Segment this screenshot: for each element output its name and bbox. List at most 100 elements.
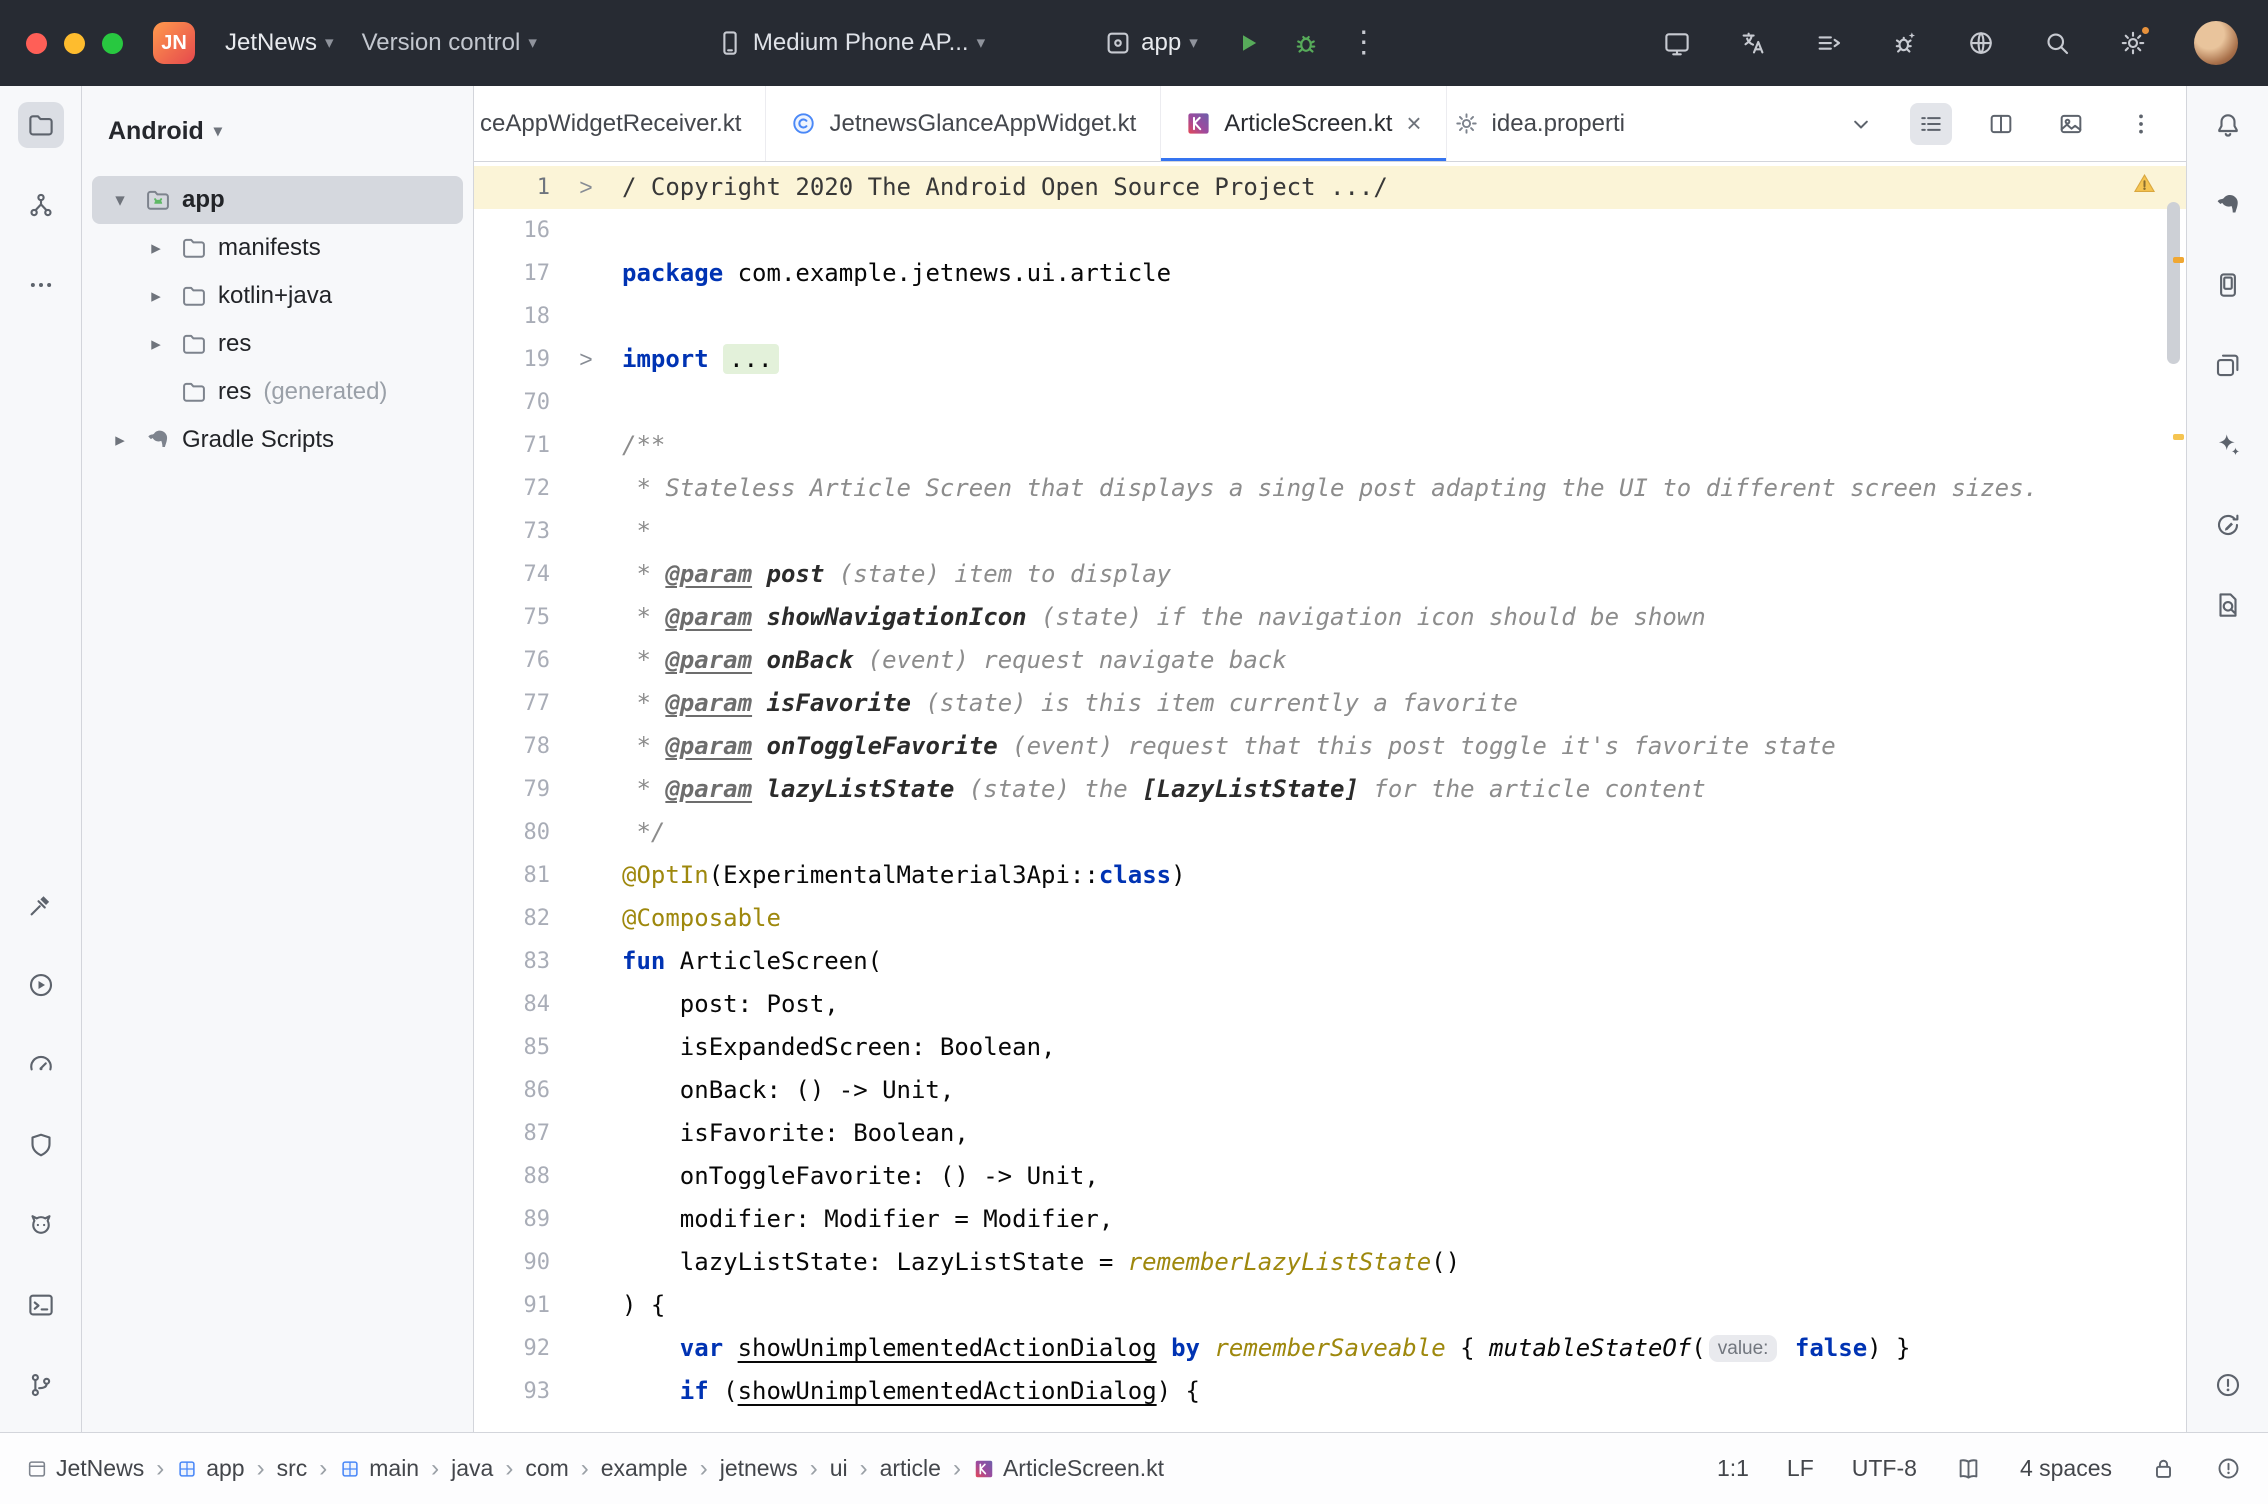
reader-mode-button[interactable]: [1955, 1455, 1982, 1482]
run-tool-button[interactable]: [18, 962, 64, 1008]
breadcrumb-item-article[interactable]: article: [880, 1455, 941, 1482]
project-menu-button[interactable]: JetNews▾: [211, 29, 348, 57]
chevron-right-icon[interactable]: ▸: [106, 429, 134, 452]
indent-widget[interactable]: 4 spaces: [2020, 1455, 2112, 1482]
search-everywhere-button[interactable]: [2042, 28, 2072, 58]
close-window-button[interactable]: [26, 33, 47, 54]
tab-ceappwidgetreceiver-kt[interactable]: ceAppWidgetReceiver.kt: [474, 86, 765, 161]
line-number[interactable]: 75: [474, 596, 550, 639]
line-number[interactable]: 84: [474, 983, 550, 1026]
tree-item-gradle-scripts[interactable]: ▸Gradle Scripts: [92, 416, 463, 464]
line-number[interactable]: 16: [474, 209, 550, 252]
line-number[interactable]: 18: [474, 295, 550, 338]
structure-lines-button[interactable]: [1814, 28, 1844, 58]
line-number[interactable]: 1: [474, 166, 550, 209]
running-devices-tool-button[interactable]: [2205, 262, 2251, 308]
translate-button[interactable]: [1738, 28, 1768, 58]
tree-item-app[interactable]: ▾app: [92, 176, 463, 224]
more-run-actions-button[interactable]: ⋮: [1342, 21, 1386, 65]
terminal-tool-button[interactable]: [18, 1282, 64, 1328]
breadcrumb-item-app[interactable]: app: [176, 1455, 244, 1482]
line-number[interactable]: 71: [474, 424, 550, 467]
run-module-button[interactable]: app▾: [1089, 28, 1212, 58]
breadcrumb-item-articlescreen-kt[interactable]: ArticleScreen.kt: [973, 1455, 1164, 1482]
line-number[interactable]: 78: [474, 725, 550, 768]
zoom-window-button[interactable]: [102, 33, 123, 54]
line-number[interactable]: 90: [474, 1241, 550, 1284]
tab-articlescreen-kt[interactable]: ArticleScreen.kt×: [1160, 86, 1445, 161]
profiler-tool-button[interactable]: [18, 1042, 64, 1088]
line-number[interactable]: 19: [474, 338, 550, 381]
chevron-right-icon[interactable]: ▸: [142, 237, 170, 260]
error-stripe-mark[interactable]: [2173, 434, 2184, 440]
line-ending-widget[interactable]: LF: [1787, 1455, 1814, 1482]
line-number[interactable]: 86: [474, 1069, 550, 1112]
chevron-right-icon[interactable]: ▸: [142, 333, 170, 356]
project-tool-button[interactable]: [18, 102, 64, 148]
structure-tool-button[interactable]: [18, 182, 64, 228]
project-view-selector[interactable]: Android ▾: [82, 86, 473, 176]
line-number[interactable]: 88: [474, 1155, 550, 1198]
breadcrumb-item-ui[interactable]: ui: [830, 1455, 848, 1482]
running-devices-button[interactable]: [1662, 28, 1692, 58]
close-tab-icon[interactable]: ×: [1406, 108, 1421, 139]
chevron-down-icon[interactable]: ▾: [106, 189, 134, 212]
user-avatar[interactable]: [2194, 21, 2238, 65]
notifications-button[interactable]: [2205, 102, 2251, 148]
hidden-tabs-button[interactable]: [1840, 103, 1882, 145]
tree-item-kotlin-java[interactable]: ▸kotlin+java: [92, 272, 463, 320]
line-number[interactable]: 80: [474, 811, 550, 854]
more-tool-windows-button[interactable]: [18, 262, 64, 308]
line-number[interactable]: 87: [474, 1112, 550, 1155]
line-number[interactable]: 74: [474, 553, 550, 596]
breadcrumb-item-java[interactable]: java: [451, 1455, 493, 1482]
debug-button[interactable]: [1284, 21, 1328, 65]
fold-marker-icon[interactable]: >: [550, 338, 622, 381]
logcat-tool-button[interactable]: [18, 1202, 64, 1248]
line-number[interactable]: 85: [474, 1026, 550, 1069]
tree-item-res[interactable]: ▸res: [92, 320, 463, 368]
error-stripe-mark[interactable]: [2173, 257, 2184, 263]
sync-button[interactable]: [1966, 28, 1996, 58]
app-quality-insights-button[interactable]: [18, 1122, 64, 1168]
tree-item-res-generated[interactable]: res(generated): [92, 368, 463, 416]
tab-idea-properti[interactable]: idea.properti: [1446, 86, 1649, 161]
gemini-tool-button[interactable]: [2205, 422, 2251, 468]
line-number[interactable]: 83: [474, 940, 550, 983]
tab-jetnewsglanceappwidget-kt[interactable]: JetnewsGlanceAppWidget.kt: [765, 86, 1160, 161]
line-number[interactable]: 79: [474, 768, 550, 811]
line-number[interactable]: 82: [474, 897, 550, 940]
problems-tool-button[interactable]: [2205, 1362, 2251, 1408]
gradle-tool-button[interactable]: [2205, 182, 2251, 228]
code-editor[interactable]: 1>/ Copyright 2020 The Android Open Sour…: [474, 162, 2186, 1432]
line-number[interactable]: 91: [474, 1284, 550, 1327]
inspection-profiler-button[interactable]: [1890, 28, 1920, 58]
breadcrumb-item-src[interactable]: src: [277, 1455, 308, 1482]
layout-inspector-button[interactable]: [2205, 582, 2251, 628]
caret-position-widget[interactable]: 1:1: [1717, 1455, 1749, 1482]
breadcrumb-item-jetnews[interactable]: JetNews: [26, 1455, 144, 1482]
line-number[interactable]: 81: [474, 854, 550, 897]
warning-triangle-icon[interactable]: [2131, 170, 2158, 197]
preview-button[interactable]: [2050, 103, 2092, 145]
editor-scrollbar[interactable]: [2167, 202, 2180, 364]
line-number[interactable]: 93: [474, 1370, 550, 1413]
build-tool-button[interactable]: [18, 882, 64, 928]
minimize-window-button[interactable]: [64, 33, 85, 54]
line-number[interactable]: 72: [474, 467, 550, 510]
settings-button[interactable]: [2118, 28, 2148, 58]
inspections-widget-button[interactable]: [2215, 1455, 2242, 1482]
vcs-menu-button[interactable]: Version control▾: [348, 29, 551, 57]
line-number[interactable]: 76: [474, 639, 550, 682]
line-number[interactable]: 73: [474, 510, 550, 553]
tree-item-manifests[interactable]: ▸manifests: [92, 224, 463, 272]
run-configuration-button[interactable]: Medium Phone AP...▾: [701, 28, 999, 58]
editor-options-button[interactable]: [2120, 103, 2162, 145]
line-number[interactable]: 92: [474, 1327, 550, 1370]
breadcrumb-item-com[interactable]: com: [525, 1455, 568, 1482]
device-explorer-button[interactable]: [2205, 342, 2251, 388]
line-number[interactable]: 17: [474, 252, 550, 295]
breadcrumb-item-main[interactable]: main: [339, 1455, 419, 1482]
chevron-right-icon[interactable]: ▸: [142, 285, 170, 308]
line-number[interactable]: 77: [474, 682, 550, 725]
